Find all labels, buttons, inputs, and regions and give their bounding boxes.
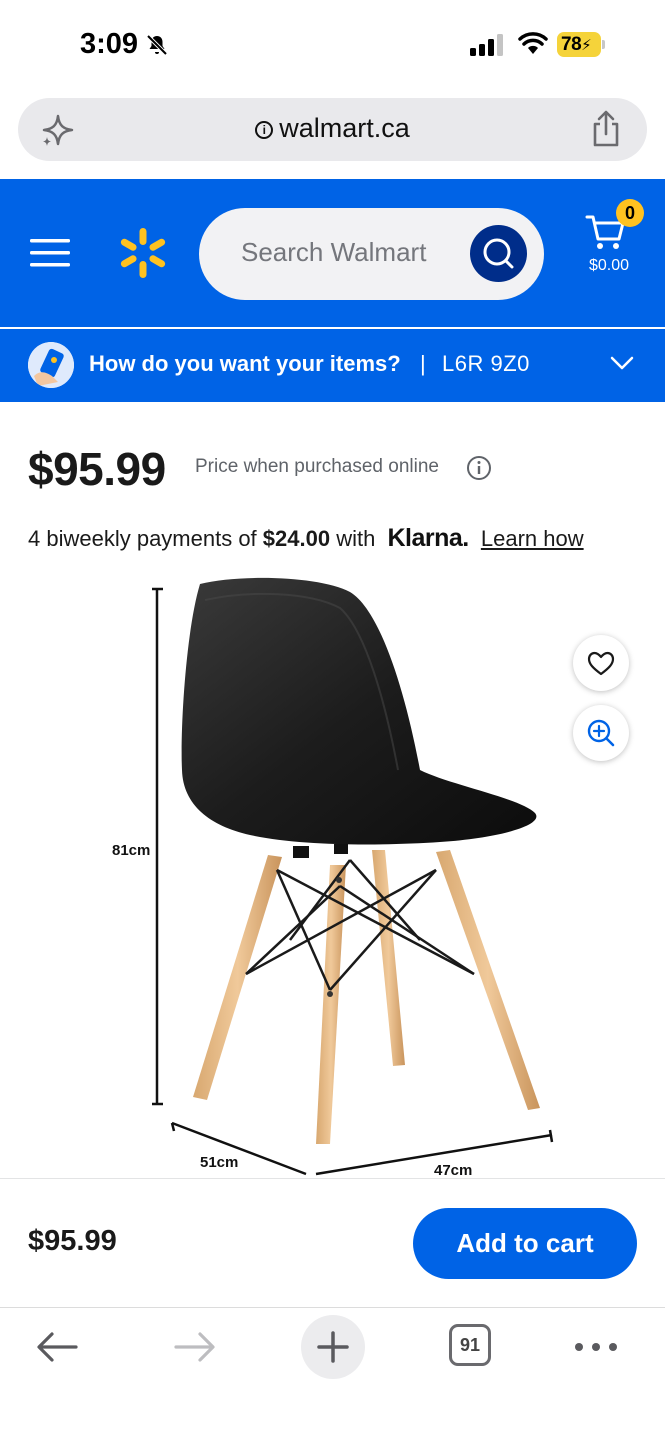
menu-icon[interactable] — [30, 237, 70, 274]
page: 3:09 78⚡ i walmart.ca Search Walmart 0 $… — [0, 0, 665, 1440]
delivery-separator: | — [420, 351, 426, 376]
sticky-price: $95.99 — [28, 1225, 117, 1257]
signal-icon — [470, 34, 506, 61]
status-time: 3:09 — [80, 28, 139, 60]
postal-code[interactable]: L6R 9Z0 — [442, 351, 530, 377]
heart-icon — [587, 651, 615, 676]
address-bar[interactable]: i walmart.ca — [18, 98, 647, 161]
search-input[interactable]: Search Walmart — [199, 208, 544, 300]
bell-muted-icon — [145, 33, 169, 62]
tabs-button[interactable]: 91 — [449, 1324, 491, 1366]
plus-icon — [317, 1331, 349, 1363]
installments-prefix: 4 biweekly payments of — [28, 526, 257, 551]
wifi-icon — [518, 32, 548, 61]
price-note: Price when purchased online — [195, 456, 439, 477]
browser-toolbar: 91 — [0, 1307, 665, 1440]
cart-button[interactable]: 0 $0.00 — [585, 199, 645, 283]
chevron-down-icon[interactable] — [610, 355, 634, 376]
search-button[interactable] — [470, 225, 527, 282]
klarna-installments: 4 biweekly payments of $24.00 with Klarn… — [28, 524, 584, 553]
delivery-prompt[interactable]: How do you want your items? — [89, 351, 401, 377]
favorite-button[interactable] — [573, 635, 629, 691]
sticky-cart-bar: $95.99 Add to cart — [0, 1178, 665, 1306]
share-icon[interactable] — [589, 110, 623, 153]
installments-with: with — [336, 526, 376, 551]
battery-icon: 78⚡ — [557, 32, 605, 57]
search-icon — [483, 238, 514, 269]
installment-amount: $24.00 — [262, 526, 331, 551]
dimension-depth: 51cm — [200, 1154, 239, 1171]
learn-how-link[interactable]: Learn how — [481, 526, 584, 551]
delivery-illustration-icon — [28, 342, 74, 388]
new-tab-button[interactable] — [301, 1315, 365, 1379]
delivery-selector[interactable]: How do you want your items? | L6R 9Z0 — [0, 329, 665, 402]
url-text[interactable]: walmart.ca — [279, 113, 410, 143]
site-header: Search Walmart 0 $0.00 — [0, 179, 665, 327]
cart-total: $0.00 — [589, 257, 630, 274]
status-bar: 3:09 78⚡ — [0, 0, 665, 90]
info-icon[interactable] — [466, 455, 492, 486]
walmart-spark-logo[interactable] — [118, 227, 168, 284]
zoom-button[interactable] — [573, 705, 629, 761]
more-options-icon[interactable] — [574, 1340, 618, 1358]
search-placeholder: Search Walmart — [241, 237, 427, 267]
add-to-cart-button[interactable]: Add to cart — [413, 1208, 637, 1279]
product-price: $95.99 — [28, 443, 166, 495]
forward-arrow-icon[interactable] — [174, 1330, 216, 1369]
klarna-logo: Klarna. — [387, 524, 469, 552]
chair-image — [152, 577, 554, 1176]
back-arrow-icon[interactable] — [36, 1330, 78, 1369]
product-image[interactable]: 81cm 51cm 47cm — [0, 570, 665, 1180]
site-info-icon[interactable]: i — [255, 121, 274, 139]
dimension-width: 47cm — [434, 1162, 473, 1179]
cart-count-badge: 0 — [616, 199, 644, 227]
zoom-in-icon — [587, 719, 615, 747]
dimension-height: 81cm — [112, 842, 151, 859]
battery-level: 78 — [561, 34, 582, 55]
